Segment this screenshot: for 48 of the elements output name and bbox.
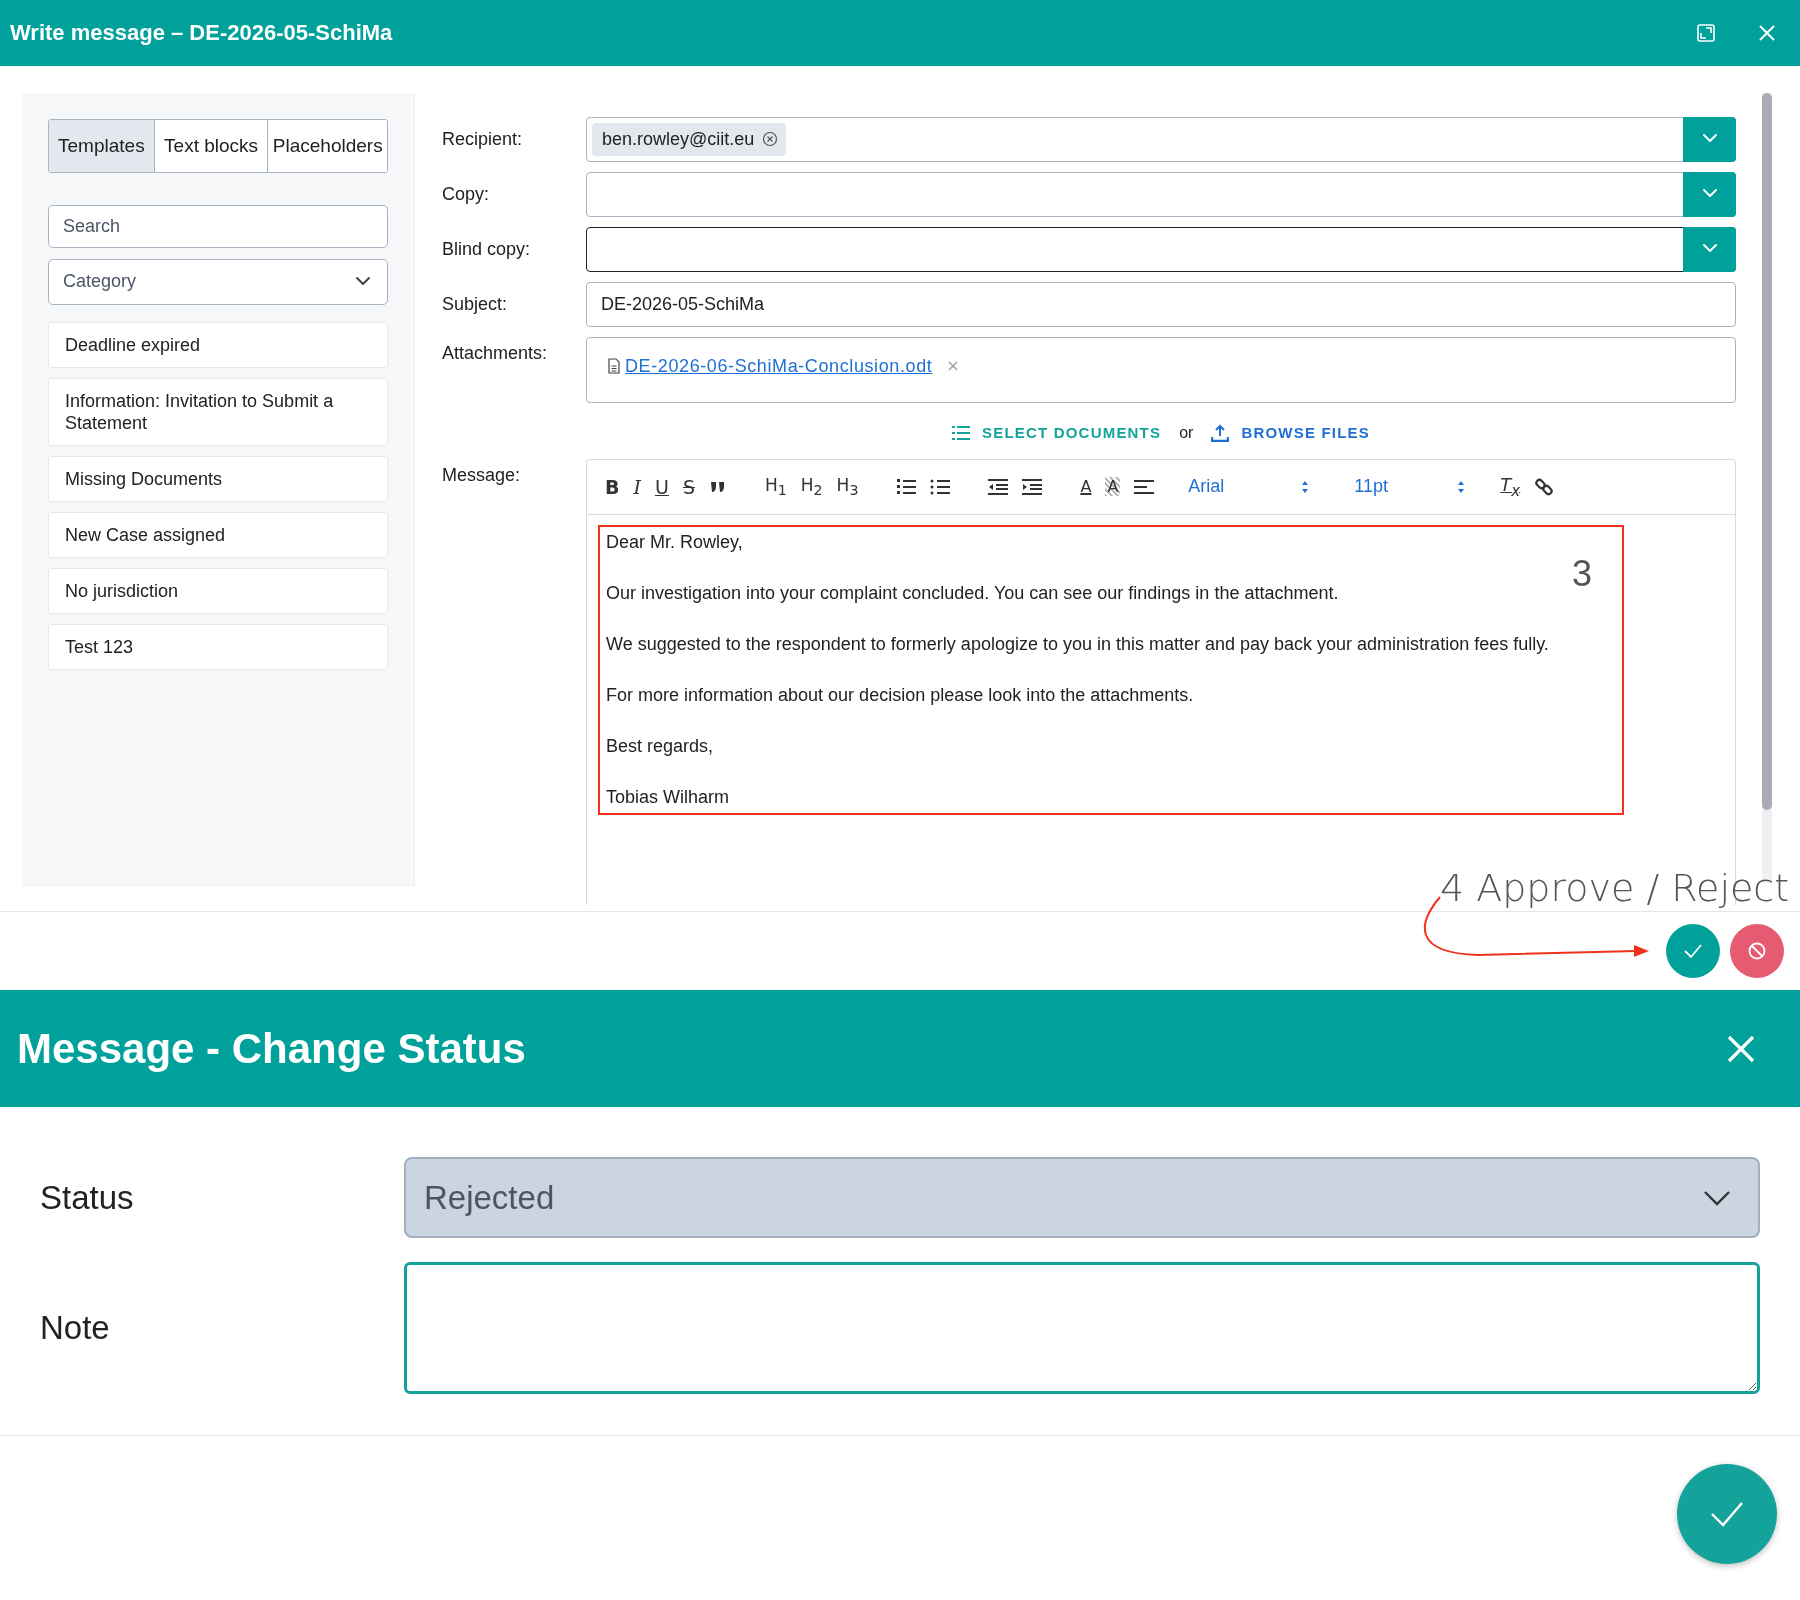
- chip-text: ben.rowley@ciit.eu: [602, 128, 755, 150]
- search-field[interactable]: Search: [48, 204, 388, 248]
- format-button[interactable]: I: [633, 475, 641, 498]
- status-select[interactable]: Rejected: [404, 1157, 1760, 1238]
- heading-button[interactable]: H$_{3}$: [836, 474, 859, 499]
- size-select[interactable]: 11pt: [1354, 476, 1467, 497]
- message-paragraph: For more information about our decision please look into the attachments.: [606, 683, 1195, 707]
- browse-files-button[interactable]: BROWSE FILES: [1211, 423, 1370, 442]
- field-label: Note: [40, 1309, 111, 1347]
- step-number: 3: [1571, 552, 1592, 595]
- dialog-title: Message - Change Status: [17, 1024, 526, 1073]
- message-paragraph: Best regards,: [606, 734, 715, 758]
- message-paragraph: We suggested to the respondent to formerly apologize to you in this matter and pay back your administration fees fully.: [606, 632, 1550, 656]
- highlight-color-button[interactable]: A: [1105, 477, 1121, 496]
- field-label: Blind copy:: [442, 238, 532, 260]
- attachment-link[interactable]: DE-2026-06-SchiMa-Conclusion.odt: [625, 355, 933, 377]
- format-button[interactable]: U: [655, 475, 669, 498]
- or-text: or: [1179, 423, 1194, 442]
- message-paragraph: Dear Mr. Rowley,: [606, 530, 744, 554]
- message-paragraph: Our investigation into your complaint concluded. You can see our findings in the attachment.: [606, 581, 1340, 605]
- field-label: Message:: [442, 463, 522, 486]
- font-select[interactable]: Arial: [1188, 476, 1311, 497]
- heading-button[interactable]: H$_{2}$: [800, 474, 823, 499]
- field-label: Status: [40, 1178, 135, 1217]
- subject-field[interactable]: DE-2026-05-SchiMa: [586, 281, 1736, 327]
- message-paragraph: Tobias Wilharm: [606, 785, 731, 809]
- field-label: Attachments:: [442, 341, 549, 364]
- template-item[interactable]: Test 123: [48, 623, 388, 670]
- template-item[interactable]: Deadline expired: [48, 321, 388, 368]
- template-item[interactable]: No jurisdiction: [48, 567, 388, 614]
- recipient-field[interactable]: ben.rowley@ciit.eu: [586, 116, 1736, 162]
- format-button[interactable]: B: [605, 475, 620, 498]
- field-label: Recipient:: [442, 128, 524, 150]
- template-item[interactable]: New Case assigned: [48, 511, 388, 558]
- field-label: Subject:: [442, 293, 509, 315]
- window-title: Write message – DE-2026-05-SchiMa: [10, 19, 393, 46]
- text-color-button[interactable]: A: [1080, 477, 1092, 496]
- heading-button[interactable]: H$_{1}$: [765, 474, 787, 499]
- callout-text: 4 Approve / Reject: [1440, 866, 1790, 910]
- tab[interactable]: Placeholders: [267, 119, 387, 172]
- field-label: Copy:: [442, 183, 491, 205]
- format-button[interactable]: S: [682, 475, 695, 498]
- template-item[interactable]: Information: Invitation to Submit a Statement: [48, 377, 388, 446]
- template-item[interactable]: Missing Documents: [48, 455, 388, 502]
- clear-format-button[interactable]: T$_{x}$: [1500, 473, 1521, 500]
- category-dropdown[interactable]: Category: [48, 258, 388, 305]
- tab[interactable]: Templates: [49, 119, 154, 172]
- tab[interactable]: Text blocks: [153, 119, 268, 172]
